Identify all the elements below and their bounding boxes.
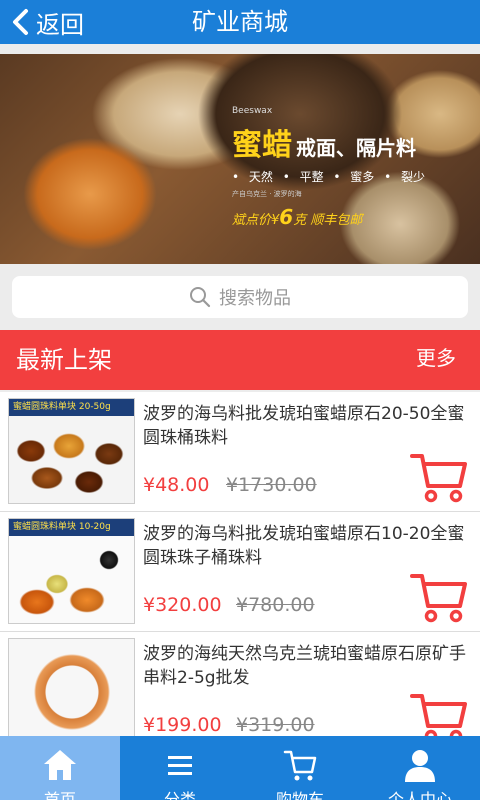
tab-cart[interactable]: 购物车: [240, 736, 360, 800]
product-image[interactable]: 蜜蜡圆珠料单块 20-50g: [8, 398, 135, 504]
add-to-cart-icon[interactable]: [410, 572, 468, 624]
tab-profile[interactable]: 个人中心: [360, 736, 480, 800]
new-arrivals-header: 最新上架 更多: [0, 330, 480, 390]
banner-text: Beeswax 蜜蜡 戒面、隔片料 • 天然 • 平整 • 蜜多 • 裂少 产自…: [232, 106, 425, 229]
product-item[interactable]: 蜜蜡圆珠料单块 10-20g 波罗的海乌料批发琥珀蜜蜡原石10-20全蜜圆珠珠子…: [0, 512, 480, 632]
banner-features: • 天然 • 平整 • 蜜多 • 裂少: [232, 170, 426, 184]
banner-promo-number: 6: [279, 205, 294, 229]
tab-home[interactable]: 首页: [0, 736, 120, 800]
product-price: ¥320.00: [143, 594, 222, 616]
banner-en-text: Beeswax: [232, 106, 273, 116]
product-price: ¥48.00: [143, 474, 210, 496]
product-name[interactable]: 波罗的海乌料批发琥珀蜜蜡原石10-20全蜜圆珠珠子桶珠料: [143, 522, 468, 570]
home-icon: [44, 750, 76, 780]
search-placeholder: 搜索物品: [219, 288, 291, 309]
search-icon: [190, 287, 211, 308]
cart-icon: [283, 750, 317, 781]
menu-icon: [168, 756, 192, 775]
product-price: ¥199.00: [143, 714, 222, 736]
banner-promo: 斌点价¥6克 顺丰包邮: [232, 205, 425, 229]
promo-banner[interactable]: Beeswax 蜜蜡 戒面、隔片料 • 天然 • 平整 • 蜜多 • 裂少 产自…: [0, 54, 480, 264]
product-image-label: 蜜蜡圆珠料单块 20-50g: [9, 399, 134, 416]
tab-label: 个人中心: [387, 790, 452, 800]
product-original-price: ¥319.00: [236, 714, 315, 736]
page-title: 矿业商城: [192, 8, 288, 36]
banner-promo-suffix: 克 顺丰包邮: [293, 213, 363, 228]
banner-headline-big: 蜜蜡: [232, 128, 292, 163]
product-list: 蜜蜡圆珠料单块 20-50g 波罗的海乌料批发琥珀蜜蜡原石20-50全蜜圆珠桶珠…: [0, 392, 480, 752]
product-item[interactable]: 波罗的海纯天然乌克兰琥珀蜜蜡原石原矿手串料2-5g批发 ¥199.00 ¥319…: [0, 632, 480, 752]
section-title: 最新上架: [16, 346, 112, 374]
banner-headline: 蜜蜡 戒面、隔片料: [232, 120, 425, 164]
product-original-price: ¥1730.00: [226, 474, 317, 496]
tab-category[interactable]: 分类: [120, 736, 240, 800]
product-name[interactable]: 波罗的海纯天然乌克兰琥珀蜜蜡原石原矿手串料2-5g批发: [143, 642, 468, 690]
search-input[interactable]: 搜索物品: [12, 276, 468, 318]
product-image[interactable]: [8, 638, 135, 744]
banner-headline-sub: 戒面、隔片料: [296, 136, 416, 160]
add-to-cart-icon[interactable]: [410, 452, 468, 504]
banner-origin: 产自乌克兰 · 波罗的海: [232, 190, 302, 198]
tab-label: 分类: [163, 790, 196, 800]
product-name[interactable]: 波罗的海乌料批发琥珀蜜蜡原石20-50全蜜圆珠桶珠料: [143, 402, 468, 450]
product-image[interactable]: 蜜蜡圆珠料单块 10-20g: [8, 518, 135, 624]
top-bar: 返回 矿业商城: [0, 0, 480, 44]
tab-label: 首页: [43, 790, 76, 800]
product-original-price: ¥780.00: [236, 594, 315, 616]
product-item[interactable]: 蜜蜡圆珠料单块 20-50g 波罗的海乌料批发琥珀蜜蜡原石20-50全蜜圆珠桶珠…: [0, 392, 480, 512]
more-link[interactable]: 更多: [416, 330, 456, 386]
bottom-tab-bar: 首页 分类 购物车 个人中心: [0, 736, 480, 800]
banner-promo-prefix: 斌点价¥: [232, 213, 280, 228]
product-image-label: 蜜蜡圆珠料单块 10-20g: [9, 519, 134, 536]
user-icon: [405, 750, 435, 782]
tab-label: 购物车: [275, 790, 324, 800]
